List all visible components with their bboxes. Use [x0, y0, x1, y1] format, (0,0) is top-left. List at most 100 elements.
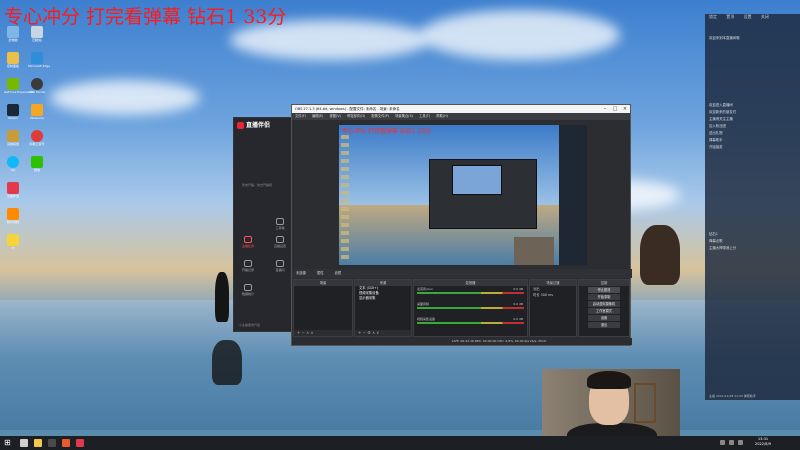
record-icon	[244, 260, 252, 267]
danmaku-message: 主播大神带我上分	[709, 246, 737, 250]
menu-scene-collection[interactable]: 场景集合(S)	[395, 114, 413, 118]
maximize-icon[interactable]: □	[610, 105, 620, 113]
obs-preview[interactable]: 专心冲分 打完看弹幕 钻石1 33分	[339, 125, 587, 265]
danmaku-message: 加入粉丝团	[709, 124, 726, 128]
volume-meter[interactable]	[417, 322, 524, 324]
room-icon	[276, 260, 284, 267]
menu-file[interactable]: 文件(F)	[295, 114, 306, 118]
desktop-icon[interactable]: 此电脑	[4, 26, 22, 50]
filters-button[interactable]: 滤镜	[335, 271, 342, 275]
windows-start-icon[interactable]: ⊞	[4, 439, 12, 447]
wechat-icon	[31, 156, 43, 168]
danmaku-message: 开始抽奖	[709, 145, 723, 149]
desktop-icon[interactable]: 微信	[28, 156, 46, 180]
desktop-icon[interactable]: WeGame	[28, 104, 46, 128]
language-icon[interactable]	[738, 440, 743, 445]
virtual-camera-button[interactable]: 启动虚拟摄像机	[588, 301, 620, 307]
assistant-room-button[interactable]: 直播间	[270, 260, 290, 278]
source-item[interactable]: 显示器采集	[355, 296, 411, 301]
taskbar-clock[interactable]: 13:31 2022/8/9	[748, 437, 778, 447]
assistant-settings-button[interactable]: 直播设置	[270, 236, 290, 254]
desktop-icon[interactable]: GeForce Experience	[4, 78, 34, 102]
settings-button[interactable]: 设置	[588, 315, 620, 321]
obs-window: OBS 27.1.3 (64-bit, windows) - 配置文件: 未命名…	[291, 104, 632, 346]
music-icon	[31, 130, 43, 142]
desktop-icon[interactable]: 直播伴侣	[4, 182, 22, 206]
desktop-icon[interactable]: Steam	[4, 104, 22, 128]
menu-profile[interactable]: 配置文件(P)	[371, 114, 389, 118]
menu-tools[interactable]: 工具(T)	[419, 114, 430, 118]
assistant-stats-button[interactable]: 数据统计	[238, 284, 258, 302]
danmaku-message: 弹幕助手	[709, 138, 723, 142]
desktop-icon[interactable]: 回收站	[28, 26, 46, 50]
controls-panel: 控制 停止推流 开始录制 启动虚拟摄像机 工作室模式 设置 退出	[578, 279, 630, 337]
steam-icon	[7, 104, 19, 116]
studio-mode-button[interactable]: 工作室模式	[588, 308, 620, 314]
clock-date: 2022/8/9	[754, 442, 772, 446]
danmaku-message: 欢迎进入直播间	[709, 103, 733, 107]
scenes-header: 场景	[294, 280, 352, 286]
volume-meter[interactable]	[417, 292, 524, 294]
obs-source-toolbar: 未选源 属性 滤镜	[292, 269, 632, 278]
desktop-icon[interactable]: Microsoft Edge	[28, 52, 50, 76]
menu-help[interactable]: 帮助(H)	[436, 114, 448, 118]
gear-icon[interactable]: 设置	[744, 14, 752, 19]
mixer-channel-name: 视频采集设备	[417, 317, 436, 321]
close-icon[interactable]: 关闭	[761, 14, 769, 19]
desktop-icon[interactable]: QQ	[4, 156, 22, 180]
scenes-toolbar[interactable]: + − ∧ ∨	[294, 330, 352, 336]
desktop-icon[interactable]: OBS Studio	[28, 78, 46, 102]
obs-titlebar[interactable]: OBS 27.1.3 (64-bit, windows) - 配置文件: 未命名…	[292, 105, 630, 113]
live-assistant-window: 直播伴侣 暂未开播，快去开播吧 工具箱 主播任务 直播设置 开播记录 直播间 数…	[233, 117, 293, 332]
danmaku-toolbar: 锁定 置顶 设置 关闭	[705, 14, 800, 24]
obs-taskbar-icon[interactable]	[48, 439, 56, 447]
menu-edit[interactable]: 编辑(E)	[312, 114, 323, 118]
file-explorer-icon[interactable]	[34, 439, 42, 447]
minimize-icon[interactable]: –	[600, 105, 610, 113]
controls-header: 控制	[579, 280, 629, 286]
scenes-panel: 场景 + − ∧ ∨	[293, 279, 353, 337]
menu-view[interactable]: 视图(V)	[329, 114, 340, 118]
volume-icon[interactable]	[729, 440, 734, 445]
menu-docks[interactable]: 停靠部件(D)	[347, 114, 365, 118]
properties-button[interactable]: 属性	[317, 271, 324, 275]
mixer-channel: 麦克风/Aux 0.0 dB	[414, 286, 527, 301]
desktop-icon[interactable]: 控制面板	[4, 52, 22, 76]
live-icon	[7, 182, 19, 194]
transitions-panel: 场景过渡 淡出 时长 300 ms	[529, 279, 577, 337]
exit-button[interactable]: 退出	[588, 322, 620, 328]
assistant-toolbox-button[interactable]: 工具箱	[270, 218, 290, 236]
mixer-channel-level: 0.0 dB	[513, 317, 523, 321]
desktop-icon[interactable]: 腾讯视频	[4, 208, 22, 232]
desktop-icon[interactable]: 英雄联盟	[4, 130, 22, 154]
close-icon[interactable]: ×	[620, 105, 630, 113]
live-taskbar-icon[interactable]	[76, 439, 84, 447]
browser-icon[interactable]	[62, 439, 70, 447]
preview-webcam	[514, 237, 554, 265]
assistant-record-button[interactable]: 开播记录	[238, 260, 258, 278]
start-recording-button[interactable]: 开始录制	[588, 294, 620, 300]
transition-duration[interactable]: 时长 300 ms	[530, 292, 576, 298]
assistant-status-text: 暂未开播，快去开播吧	[242, 183, 273, 187]
danmaku-message: 钻石1	[709, 232, 718, 236]
no-source-label: 未选源	[296, 271, 306, 275]
obs-window-title: OBS 27.1.3 (64-bit, windows) - 配置文件: 未命名…	[295, 107, 400, 111]
volume-meter[interactable]	[417, 307, 524, 309]
task-icon	[244, 236, 252, 243]
nvidia-icon	[7, 78, 19, 90]
assistant-footer[interactable]: 小主播服务升级	[239, 323, 289, 327]
video-icon	[7, 208, 19, 220]
pin-icon[interactable]: 置顶	[726, 14, 734, 19]
lock-icon[interactable]: 锁定	[709, 14, 717, 19]
camera-icon	[276, 236, 284, 243]
assistant-task-button[interactable]: 主播任务	[238, 236, 258, 254]
stop-streaming-button[interactable]: 停止推流	[588, 287, 620, 293]
desktop-icon[interactable]: YY	[4, 234, 22, 258]
wegame-icon	[31, 104, 43, 116]
sources-toolbar[interactable]: + − ⚙ ∧ ∨	[355, 330, 411, 336]
network-icon[interactable]	[720, 440, 725, 445]
danmaku-message: 欢迎来到本直播间哦	[709, 36, 740, 40]
desktop-icon[interactable]: 网易云音乐	[28, 130, 46, 154]
computer-icon	[7, 26, 19, 38]
search-icon[interactable]	[20, 439, 28, 447]
